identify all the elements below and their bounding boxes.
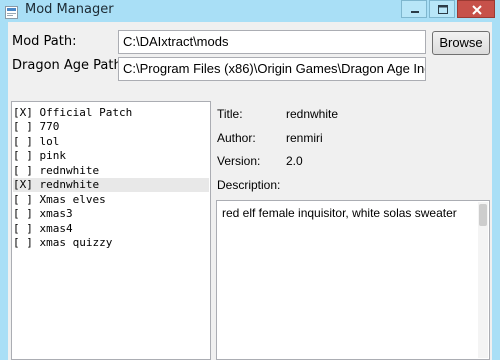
mod-manager-window: Mod Manager Mod Path: C:\DAIxtract\mods … (0, 0, 500, 360)
mod-name: xmas4 (39, 222, 73, 235)
mod-name: Xmas elves (39, 193, 106, 206)
mod-checkbox[interactable]: [ ] (13, 193, 33, 206)
mod-checkbox[interactable]: [ ] (13, 120, 33, 133)
description-scrollbar[interactable] (478, 202, 488, 358)
list-item[interactable]: [ ] Xmas elves (13, 193, 209, 207)
mod-path-field[interactable]: C:\DAIxtract\mods (118, 30, 426, 54)
author-label: Author: (217, 131, 256, 145)
mod-checkbox[interactable]: [ ] (13, 236, 33, 249)
title-label: Title: (217, 107, 243, 121)
list-item[interactable]: [ ] xmas3 (13, 207, 209, 221)
client-area: Mod Path: C:\DAIxtract\mods Browse Drago… (8, 22, 492, 360)
mod-checkbox[interactable]: [ ] (13, 207, 33, 220)
mod-checkbox[interactable]: [ ] (13, 135, 33, 148)
close-button[interactable] (457, 0, 495, 18)
title-value: rednwhite (286, 107, 339, 121)
mod-checkbox[interactable]: [ ] (13, 164, 33, 177)
browse-button[interactable]: Browse (432, 31, 490, 55)
title-bar[interactable]: Mod Manager (0, 0, 500, 22)
close-icon (472, 5, 482, 15)
author-value: renmiri (286, 131, 323, 145)
mod-name: xmas quizzy (39, 236, 113, 249)
list-item[interactable]: [ ] lol (13, 135, 209, 149)
version-label: Version: (217, 154, 261, 168)
list-item[interactable]: [ ] pink (13, 149, 209, 163)
list-item[interactable]: [X] Official Patch (13, 106, 209, 120)
mod-name: rednwhite (39, 178, 100, 191)
mod-name: pink (39, 149, 67, 162)
mod-list[interactable]: [X] Official Patch [ ] 770 [ ] lol [ ] p… (11, 101, 211, 360)
mod-checkbox[interactable]: [ ] (13, 149, 33, 162)
list-item[interactable]: [ ] xmas4 (13, 222, 209, 236)
mod-checkbox[interactable]: [X] (13, 106, 33, 119)
app-icon (5, 4, 18, 19)
scrollbar-thumb[interactable] (479, 204, 487, 226)
mod-checkbox[interactable]: [ ] (13, 222, 33, 235)
dragon-age-path-field[interactable]: C:\Program Files (x86)\Origin Games\Drag… (118, 57, 426, 81)
list-item-selected[interactable]: [X] rednwhite (13, 178, 209, 192)
mod-path-label: Mod Path: (12, 34, 77, 49)
version-value: 2.0 (286, 154, 303, 168)
minimize-button[interactable] (401, 0, 427, 18)
maximize-icon (438, 5, 448, 14)
window-title: Mod Manager (25, 2, 114, 17)
list-item[interactable]: [ ] 770 (13, 120, 209, 134)
description-label: Description: (217, 178, 281, 192)
mod-checkbox[interactable]: [X] (13, 178, 33, 191)
maximize-button[interactable] (429, 0, 455, 18)
mod-name: rednwhite (39, 164, 100, 177)
dragon-age-path-label: Dragon Age Path: (12, 58, 127, 73)
list-item[interactable]: [ ] xmas quizzy (13, 236, 209, 250)
description-text: red elf female inquisitor, white solas s… (222, 206, 457, 220)
mod-name: 770 (39, 120, 60, 133)
description-textbox[interactable]: red elf female inquisitor, white solas s… (216, 200, 490, 360)
mod-name: xmas3 (39, 207, 73, 220)
mod-name: lol (39, 135, 60, 148)
mod-name: Official Patch (39, 106, 133, 119)
minimize-icon (411, 11, 419, 13)
list-item[interactable]: [ ] rednwhite (13, 164, 209, 178)
